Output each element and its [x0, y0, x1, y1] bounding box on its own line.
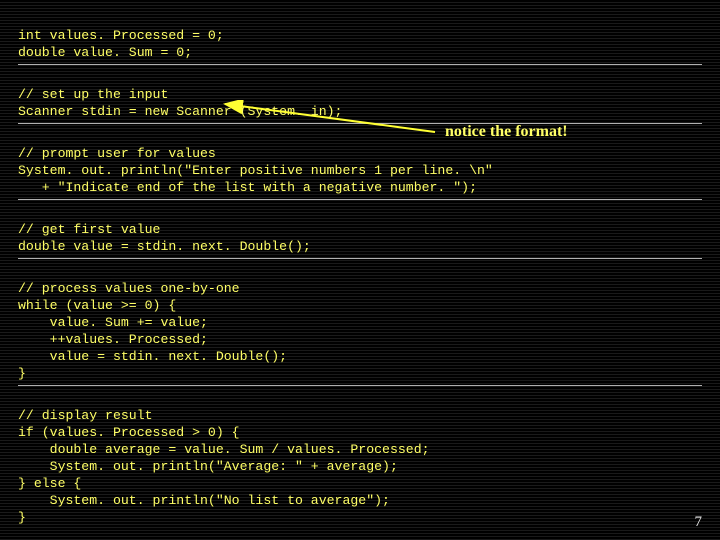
divider — [18, 199, 702, 200]
code-line: double value. Sum = 0; — [18, 45, 192, 60]
code-line: } — [18, 366, 26, 381]
code-comment: // prompt user for values — [18, 146, 216, 161]
code-line: if (values. Processed > 0) { — [18, 425, 240, 440]
code-line: ++values. Processed; — [18, 332, 208, 347]
divider — [18, 64, 702, 65]
divider — [18, 123, 702, 124]
code-line: + "Indicate end of the list with a negat… — [18, 180, 477, 195]
page-number: 7 — [695, 514, 703, 531]
code-line: int values. Processed = 0; — [18, 28, 224, 43]
code-line: System. out. println("Average: " + avera… — [18, 459, 398, 474]
code-line: } else { — [18, 476, 81, 491]
code-line: Scanner stdin = new Scanner (System. in)… — [18, 104, 342, 119]
code-line: } — [18, 510, 26, 525]
code-comment: // process values one-by-one — [18, 281, 240, 296]
slide: int values. Processed = 0; double value.… — [0, 0, 720, 540]
divider — [18, 258, 702, 259]
code-line: value = stdin. next. Double(); — [18, 349, 287, 364]
annotation-text: notice the format! — [445, 123, 568, 141]
code-line: double average = value. Sum / values. Pr… — [18, 442, 430, 457]
code-line: value. Sum += value; — [18, 315, 208, 330]
divider — [18, 385, 702, 386]
code-comment: // set up the input — [18, 87, 168, 102]
code-comment: // get first value — [18, 222, 160, 237]
code-line: while (value >= 0) { — [18, 298, 176, 313]
code-block: int values. Processed = 0; double value.… — [18, 10, 702, 540]
code-line: double value = stdin. next. Double(); — [18, 239, 311, 254]
code-line: System. out. println("Enter positive num… — [18, 163, 493, 178]
code-comment: // display result — [18, 408, 153, 423]
code-line: System. out. println("No list to average… — [18, 493, 390, 508]
